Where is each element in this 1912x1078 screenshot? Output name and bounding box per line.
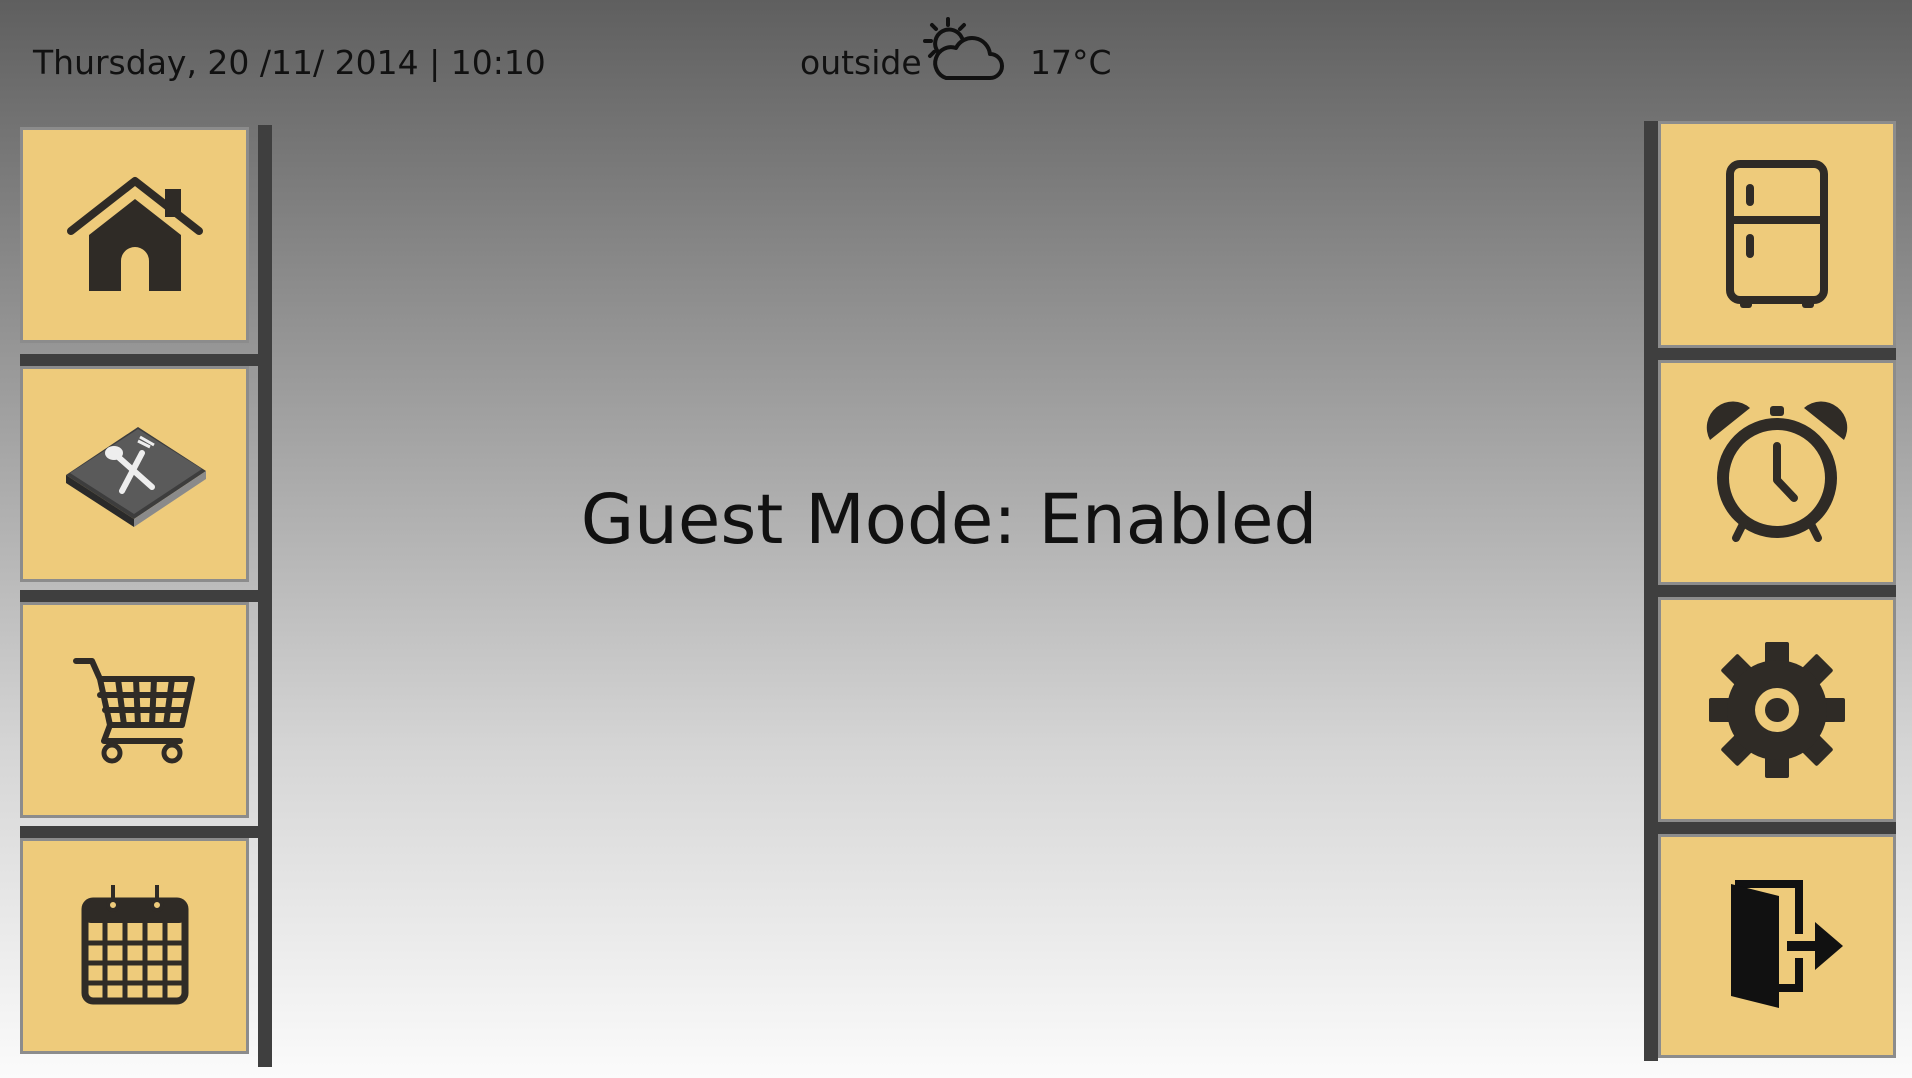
gear-icon [1709,641,1845,778]
fridge-button[interactable] [1658,121,1896,348]
exit-button[interactable] [1658,834,1896,1058]
left-rail-divider [20,826,272,838]
right-rail-divider [1644,348,1896,360]
right-rail-divider [1644,585,1896,597]
guest-mode-status: Guest Mode: Enabled [0,480,1912,560]
guest-mode-text: Guest Mode: Enabled [580,480,1318,560]
left-rail-divider [20,590,272,602]
shopping-cart-button[interactable] [20,602,249,818]
right-rail-divider [1644,822,1896,834]
calendar-button[interactable] [20,838,249,1054]
fridge-icon [1726,159,1828,308]
shopping-cart-icon [72,658,195,764]
partly-cloudy-icon [923,17,1004,80]
temperature-readout: 17°C [1030,43,1112,82]
calendar-icon [81,885,188,1005]
date-time-display: Thursday, 20 /11/ 2014 | 10:10 [33,43,546,82]
outside-label: outside [800,43,922,82]
left-rail-divider [20,354,272,366]
home-icon [66,177,203,291]
settings-button[interactable] [1658,597,1896,822]
home-button[interactable] [20,127,249,343]
exit-door-icon [1731,880,1843,1008]
